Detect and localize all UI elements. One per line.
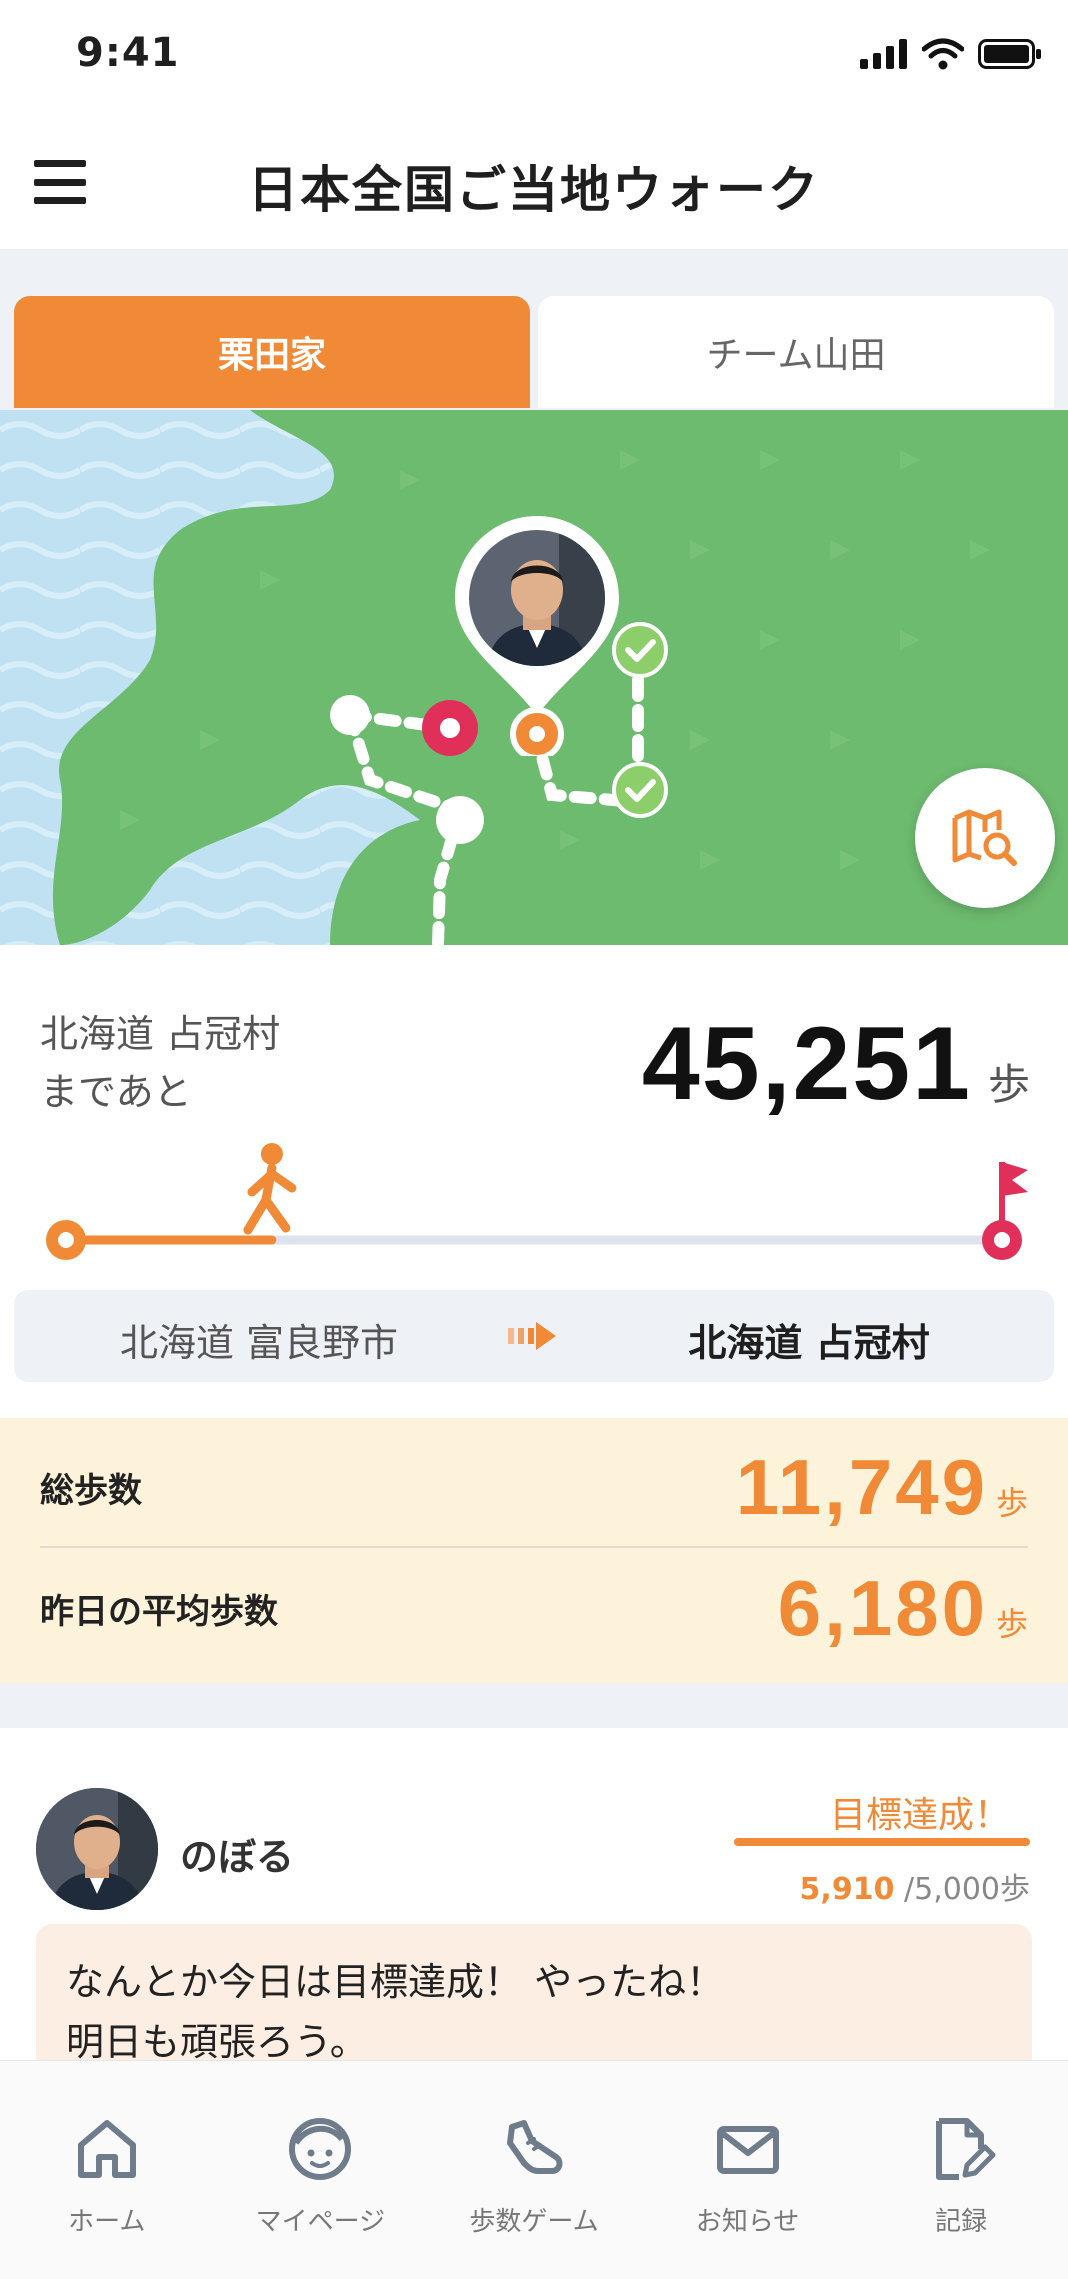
- feed-post[interactable]: のぼる 目標達成！ 5,910 /5,000歩 なんとか今日は目標達成！ やった…: [0, 1728, 1068, 2060]
- avg-steps-row: 昨日の平均歩数 6,180 歩: [40, 1548, 1028, 1668]
- battery-icon: [978, 39, 1041, 69]
- message-line-1: なんとか今日は目標達成！ やったね！: [66, 1960, 725, 2004]
- goal-status-label: 目標達成！: [829, 1795, 1010, 1836]
- walker-icon: [243, 1143, 297, 1235]
- wifi-icon: [922, 38, 964, 70]
- tab-kurita-family[interactable]: 栗田家: [14, 296, 530, 408]
- goal-flag-icon: [982, 1162, 1028, 1260]
- goal-count: 5,910 /5,000歩: [800, 1864, 1030, 1908]
- bottom-nav: ホーム マイページ 歩数ゲーム お知らせ 記録: [0, 2060, 1068, 2279]
- route-map[interactable]: [0, 410, 1068, 945]
- signal-icon: [860, 39, 907, 69]
- nav-mypage-label: マイページ: [255, 2207, 386, 2237]
- total-steps-row: 総歩数 11,749 歩: [40, 1428, 1028, 1548]
- avg-steps-value: 6,180: [777, 1563, 988, 1652]
- team-tabs: 栗田家 チーム山田: [0, 250, 1068, 410]
- nav-records[interactable]: 記録: [854, 2061, 1068, 2279]
- nav-home[interactable]: ホーム: [0, 2061, 214, 2279]
- avatar: [469, 530, 605, 666]
- record-edit-icon: [936, 2118, 996, 2180]
- map-search-button[interactable]: [915, 768, 1055, 908]
- goal-steps: /5,000: [904, 1872, 1000, 1907]
- total-steps-unit: 歩: [995, 1483, 1028, 1522]
- mail-icon: [716, 2126, 779, 2174]
- progress-track: [40, 1140, 1028, 1260]
- nav-step-game[interactable]: 歩数ゲーム: [427, 2061, 641, 2279]
- avg-steps-unit: 歩: [995, 1604, 1028, 1643]
- total-steps-value: 11,749: [735, 1442, 988, 1531]
- status-bar: 9:41: [0, 0, 1068, 120]
- destination-text: 北海道 占冠村 まであと: [40, 1005, 280, 1121]
- route-bar: 北海道 富良野市 北海道 占冠村: [14, 1290, 1054, 1382]
- remaining-steps: 45,251 歩: [642, 1005, 1030, 1124]
- status-icons: [860, 38, 1042, 70]
- nav-mypage[interactable]: マイページ: [214, 2061, 428, 2279]
- remaining-steps-unit: 歩: [987, 1060, 1030, 1109]
- profile-face-icon: [289, 2118, 352, 2180]
- feed-message: なんとか今日は目標達成！ やったね！ 明日も頑張ろう。: [36, 1924, 1032, 2060]
- nav-home-label: ホーム: [68, 2207, 146, 2237]
- feed-user-name: のぼる: [180, 1835, 295, 1879]
- section-divider: [0, 1683, 1068, 1728]
- home-icon: [77, 2120, 136, 2178]
- destination-suffix: まであと: [40, 1070, 192, 1114]
- user-location-pin[interactable]: [455, 516, 619, 756]
- destination-name: 北海道 占冠村: [40, 1012, 281, 1056]
- map-search-icon: [952, 809, 1017, 866]
- route-from: 北海道 富良野市: [119, 1321, 399, 1365]
- route-to: 北海道 占冠村: [688, 1321, 930, 1365]
- shoe-icon: [506, 2120, 563, 2174]
- route-arrow-icon: [508, 1322, 556, 1350]
- nav-notices[interactable]: お知らせ: [641, 2061, 855, 2279]
- tab-team-yamada[interactable]: チーム山田: [538, 296, 1054, 408]
- avg-steps-label: 昨日の平均歩数: [40, 1591, 278, 1632]
- nav-records-label: 記録: [935, 2207, 988, 2237]
- total-steps-label: 総歩数: [40, 1470, 142, 1511]
- nav-step-game-label: 歩数ゲーム: [469, 2207, 599, 2237]
- page-title: 日本全国ご当地ウォーク: [248, 161, 820, 219]
- status-time: 9:41: [76, 30, 180, 76]
- step-stats: 総歩数 11,749 歩 昨日の平均歩数 6,180 歩: [0, 1418, 1068, 1683]
- app-header: 日本全国ご当地ウォーク: [0, 120, 1068, 250]
- goal-unit: 歩: [1000, 1872, 1030, 1907]
- message-line-2: 明日も頑張ろう。: [66, 2020, 368, 2060]
- avatar[interactable]: [36, 1788, 158, 1910]
- current-steps: 5,910: [799, 1872, 895, 1907]
- goal-progress-line: [734, 1838, 1030, 1846]
- nav-notices-label: お知らせ: [695, 2207, 800, 2237]
- remaining-steps-value: 45,251: [641, 1006, 972, 1122]
